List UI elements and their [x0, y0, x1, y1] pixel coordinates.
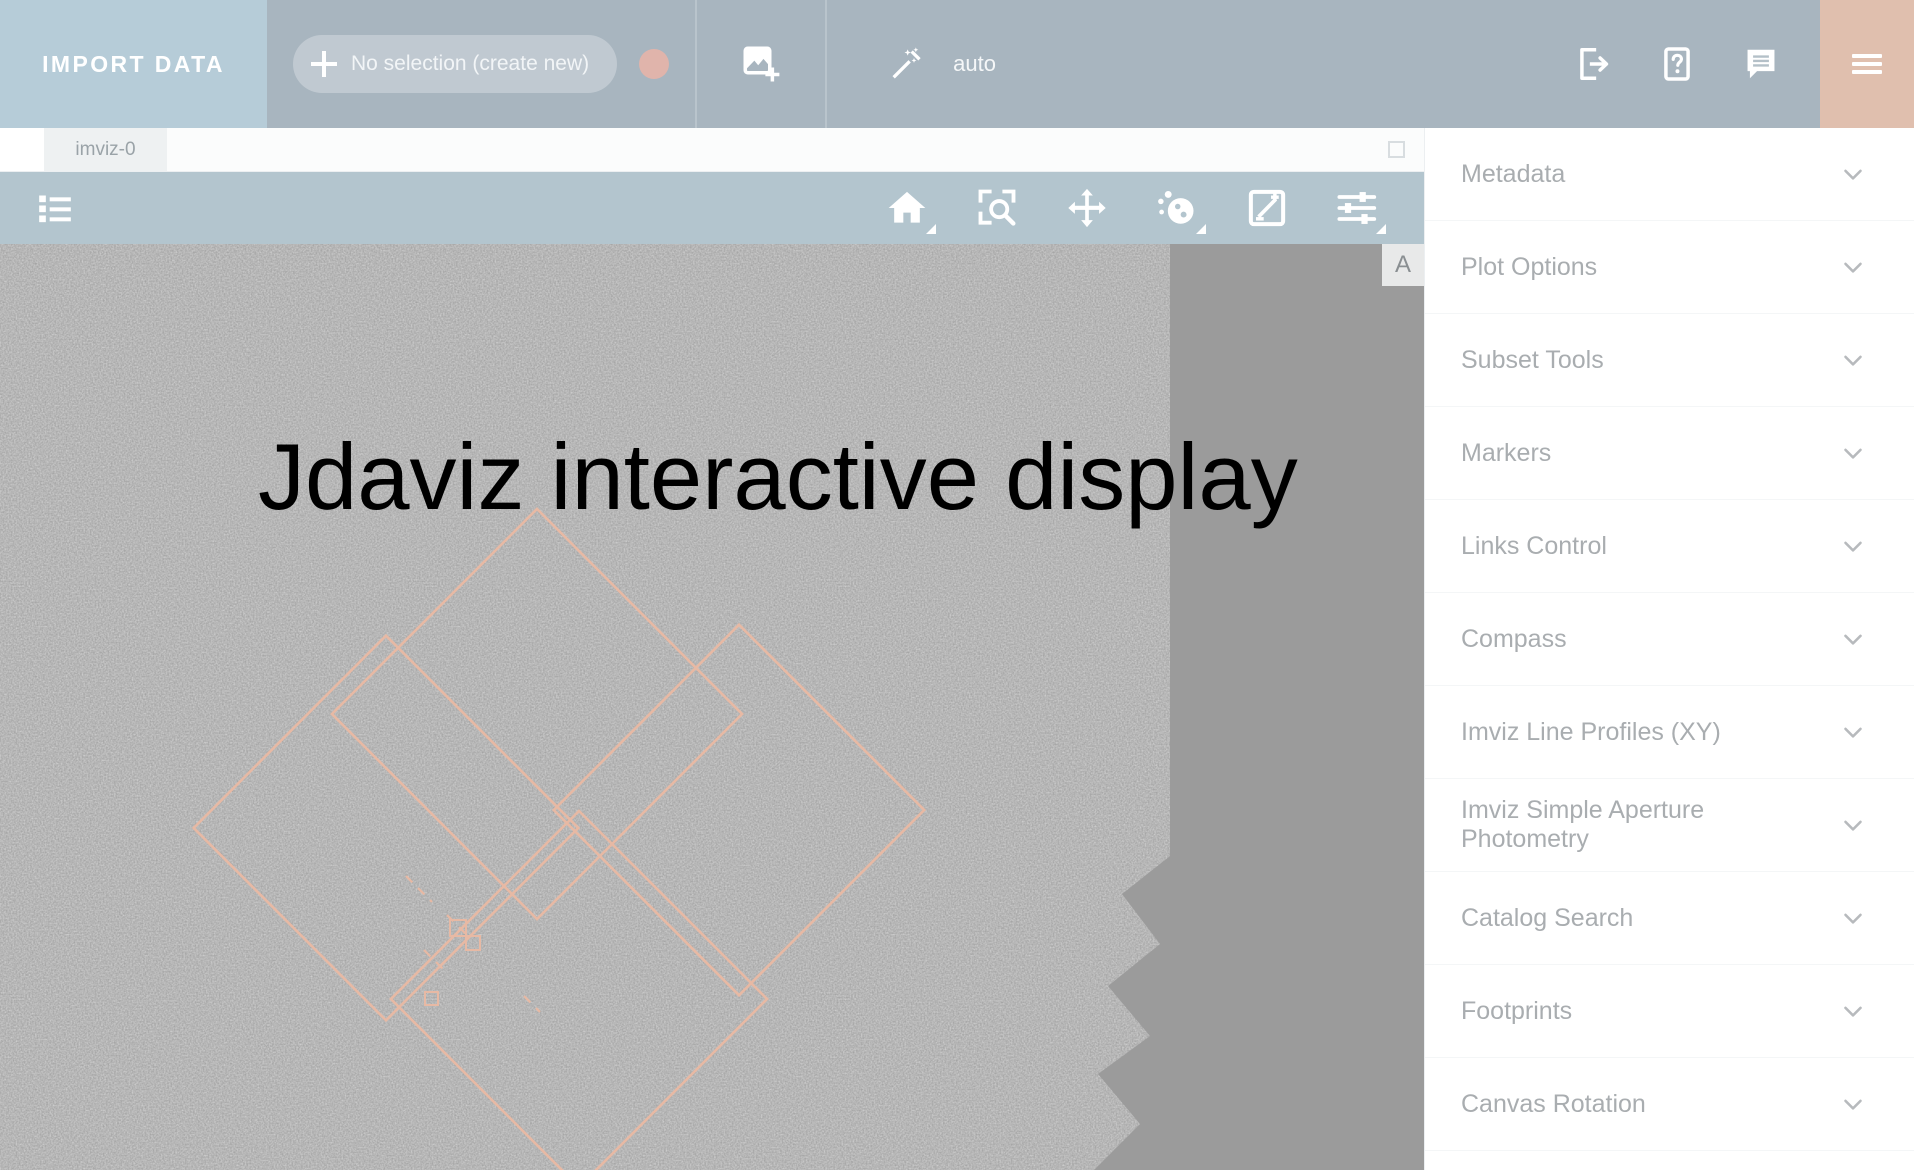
hamburger-menu-icon — [1852, 70, 1882, 74]
plugin-label: Plot Options — [1461, 252, 1598, 281]
logger-button[interactable] — [1742, 45, 1780, 83]
chat-log-icon — [1747, 49, 1775, 79]
chevron-down-icon — [1838, 996, 1868, 1026]
home-reset-icon — [888, 191, 926, 223]
plugin-item-imviz-simple-aperture-photometry[interactable]: Imviz Simple Aperture Photometry — [1425, 779, 1914, 872]
app-menu-button[interactable] — [1820, 0, 1914, 128]
viewer-toolbar — [0, 172, 1424, 244]
magic-wand-icon — [892, 47, 921, 79]
starfield-image — [0, 244, 1424, 1170]
circle-select-icon — [1158, 190, 1194, 224]
plugin-label: Metadata — [1461, 159, 1566, 188]
hamburger-menu-icon — [1852, 62, 1882, 66]
add-image-icon — [743, 46, 780, 82]
plugin-label: Footprints — [1461, 996, 1573, 1025]
data-list-icon — [39, 195, 71, 223]
plugin-item-compass[interactable]: Compass — [1425, 593, 1914, 686]
plugin-label: Canvas Rotation — [1461, 1089, 1646, 1118]
appbar-right-icons — [1574, 45, 1820, 83]
chevron-down-icon — [1838, 717, 1868, 747]
pan-move-icon — [1068, 188, 1106, 228]
plugin-label: Links Control — [1461, 531, 1607, 560]
plugin-item-plot-options[interactable]: Plot Options — [1425, 221, 1914, 314]
image-canvas[interactable]: A — [0, 244, 1424, 1170]
plugin-label: Subset Tools — [1461, 345, 1604, 374]
plugin-item-imviz-line-profiles[interactable]: Imviz Line Profiles (XY) — [1425, 686, 1914, 779]
plugin-item-links-control[interactable]: Links Control — [1425, 500, 1914, 593]
circle-subset-select-button[interactable] — [1150, 181, 1206, 235]
import-data-button[interactable]: IMPORT DATA — [0, 0, 267, 128]
plugin-label: Imviz Line Profiles (XY) — [1461, 717, 1721, 746]
application-toolbar: IMPORT DATA No selection (create new) au… — [0, 0, 1914, 128]
export-icon — [1580, 48, 1609, 80]
subset-selection-segment: No selection (create new) — [267, 0, 698, 128]
chevron-down-icon — [1838, 252, 1868, 282]
viewer-toolbar-tools — [880, 181, 1424, 235]
tab-imviz-0[interactable]: imviz-0 — [44, 128, 167, 171]
overlay-title: Jdaviz interactive display — [258, 424, 1298, 529]
plugin-item-subset-tools[interactable]: Subset Tools — [1425, 314, 1914, 407]
question-mark-icon — [1664, 47, 1690, 81]
plugin-item-metadata[interactable]: Metadata — [1425, 128, 1914, 221]
magic-wand-button[interactable] — [887, 44, 927, 84]
plugin-item-footprints[interactable]: Footprints — [1425, 965, 1914, 1058]
maximize-viewer-button[interactable] — [1368, 128, 1424, 171]
chevron-down-icon — [1838, 531, 1868, 561]
tab-strip-filler — [167, 128, 1368, 171]
plugin-item-canvas-rotation[interactable]: Canvas Rotation — [1425, 1058, 1914, 1151]
jdaviz-application: IMPORT DATA No selection (create new) au… — [0, 0, 1914, 1170]
data-list-button[interactable] — [28, 181, 82, 235]
image-viewer: A — [0, 172, 1424, 1170]
plugin-tray: Metadata Plot Options Subset Tools Marke… — [1424, 128, 1914, 1170]
plugin-item-catalog-search[interactable]: Catalog Search — [1425, 872, 1914, 965]
subset-select-label: No selection (create new) — [351, 52, 590, 75]
chevron-down-icon — [1838, 438, 1868, 468]
pan-zoom-button[interactable] — [1060, 181, 1114, 235]
subset-select-dropdown[interactable]: No selection (create new) — [293, 35, 618, 93]
chevron-down-icon — [1838, 345, 1868, 375]
maximize-icon — [1387, 141, 1405, 158]
chevron-down-icon — [1838, 1089, 1868, 1119]
plus-icon — [311, 51, 337, 77]
chevron-down-icon — [1838, 159, 1868, 189]
add-image-viewer-button[interactable] — [740, 43, 782, 85]
plugin-item-markers[interactable]: Markers — [1425, 407, 1914, 500]
help-button[interactable] — [1658, 45, 1696, 83]
tab-strip-spacer — [0, 128, 44, 171]
chevron-down-icon — [1838, 624, 1868, 654]
plot-settings-button[interactable] — [1330, 181, 1386, 235]
contrast-bias-button[interactable] — [1240, 181, 1294, 235]
plugin-label: Markers — [1461, 438, 1552, 467]
subset-color-dot[interactable] — [639, 49, 670, 79]
auto-plugin-segment: auto — [827, 0, 1820, 128]
layer-badge[interactable]: A — [1382, 244, 1424, 286]
plugin-label: Catalog Search — [1461, 903, 1634, 932]
box-zoom-button[interactable] — [970, 181, 1024, 235]
plot-settings-sliders-icon — [1337, 192, 1377, 224]
export-button[interactable] — [1574, 45, 1612, 83]
hamburger-menu-icon — [1852, 54, 1882, 58]
zoom-box-icon — [978, 189, 1016, 226]
viewer-toolbar-left — [0, 181, 82, 235]
chevron-down-icon — [1838, 903, 1868, 933]
home-reset-zoom-button[interactable] — [880, 181, 936, 235]
add-viewer-segment — [697, 0, 828, 128]
viewer-tab-strip: imviz-0 — [0, 128, 1424, 172]
plugin-label: Compass — [1461, 624, 1567, 653]
contrast-bias-icon — [1248, 189, 1286, 227]
chevron-down-icon — [1838, 810, 1868, 840]
plugin-label: Imviz Simple Aperture Photometry — [1461, 796, 1705, 853]
auto-label: auto — [953, 51, 996, 76]
